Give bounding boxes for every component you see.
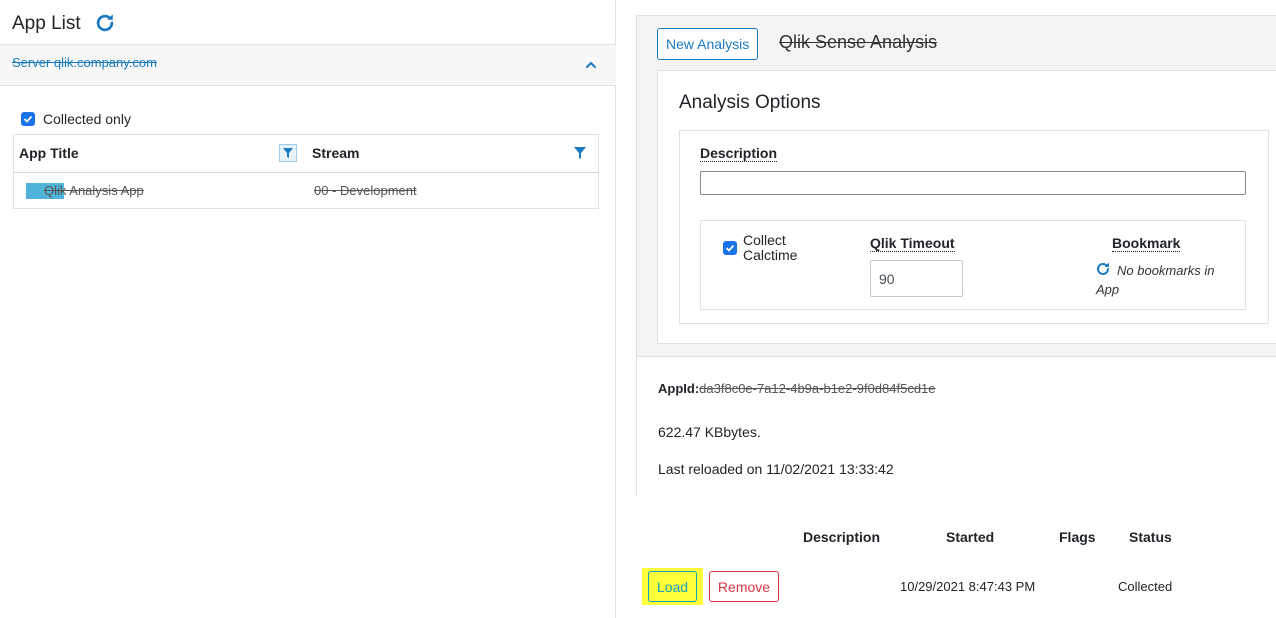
collected-only-checkbox[interactable] bbox=[21, 112, 35, 126]
app-info-section: AppId:da3f8c0e-7a12-4b9a-b1e2-9f0d84f5cd… bbox=[637, 356, 1276, 498]
description-label: Description bbox=[700, 145, 778, 162]
collect-options-box: Collect Calctime Qlik Timeout Bookmark N… bbox=[700, 220, 1246, 310]
header-status: Status bbox=[1129, 529, 1172, 545]
server-link[interactable]: Server qlik.company.com bbox=[12, 55, 157, 70]
analysis-panel: New Analysis Qlik Sense Analysis Analysi… bbox=[636, 15, 1276, 498]
collected-only-label: Collected only bbox=[43, 111, 131, 127]
qlik-timeout-label: Qlik Timeout bbox=[870, 235, 955, 252]
filter-icon[interactable] bbox=[279, 144, 297, 162]
server-bar: Server qlik.company.com bbox=[0, 44, 616, 86]
collect-calctime-checkbox[interactable] bbox=[723, 241, 737, 255]
refresh-icon[interactable] bbox=[1095, 261, 1111, 277]
header-started: Started bbox=[946, 529, 995, 545]
chevron-up-icon[interactable] bbox=[584, 58, 598, 72]
header-app-title[interactable]: App Title bbox=[19, 145, 79, 161]
app-size-text: 622.47 KBbytes. bbox=[658, 424, 761, 440]
analysis-options-card: Analysis Options Description Collect Cal… bbox=[657, 70, 1276, 344]
remove-button[interactable]: Remove bbox=[709, 571, 779, 602]
bookmark-label: Bookmark bbox=[1112, 235, 1181, 252]
analysis-name: Qlik Sense Analysis bbox=[779, 32, 938, 52]
table-divider bbox=[14, 172, 598, 173]
app-list-title: App List bbox=[12, 13, 81, 34]
appid-value: da3f8c0e-7a12-4b9a-b1e2-9f0d84f5cd1e bbox=[699, 381, 936, 396]
load-button[interactable]: Load bbox=[648, 571, 697, 602]
stream-cell: 00 - Development bbox=[314, 183, 417, 198]
new-analysis-button[interactable]: New Analysis bbox=[657, 28, 759, 60]
history-status-cell: Collected bbox=[1118, 579, 1173, 594]
header-flags: Flags bbox=[1059, 529, 1096, 545]
header-stream[interactable]: Stream bbox=[312, 145, 359, 161]
collect-calctime-label: Collect Calctime bbox=[743, 232, 798, 263]
analysis-options-title: Analysis Options bbox=[679, 92, 821, 113]
filter-icon[interactable] bbox=[572, 145, 588, 161]
analysis-options-form: Description Collect Calctime Qlik Timeou… bbox=[679, 130, 1269, 324]
appid-label: AppId: bbox=[658, 381, 700, 396]
qlik-timeout-input[interactable] bbox=[870, 260, 963, 297]
no-bookmarks-text: No bookmarks in App bbox=[1096, 263, 1215, 297]
description-input[interactable] bbox=[700, 171, 1246, 195]
refresh-icon[interactable] bbox=[94, 12, 116, 34]
app-table: App Title Stream Qlik Analysis App 00 - … bbox=[13, 134, 599, 209]
app-list-panel: App List Server qlik.company.com Collect… bbox=[0, 0, 616, 618]
appid-line: AppId:da3f8c0e-7a12-4b9a-b1e2-9f0d84f5cd… bbox=[658, 381, 936, 396]
last-reloaded-text: Last reloaded on 11/02/2021 13:33:42 bbox=[658, 461, 894, 477]
app-title-cell[interactable]: Qlik Analysis App bbox=[44, 183, 144, 198]
history-started-cell: 10/29/2021 8:47:43 PM bbox=[900, 579, 1036, 594]
header-description: Description bbox=[803, 529, 881, 545]
